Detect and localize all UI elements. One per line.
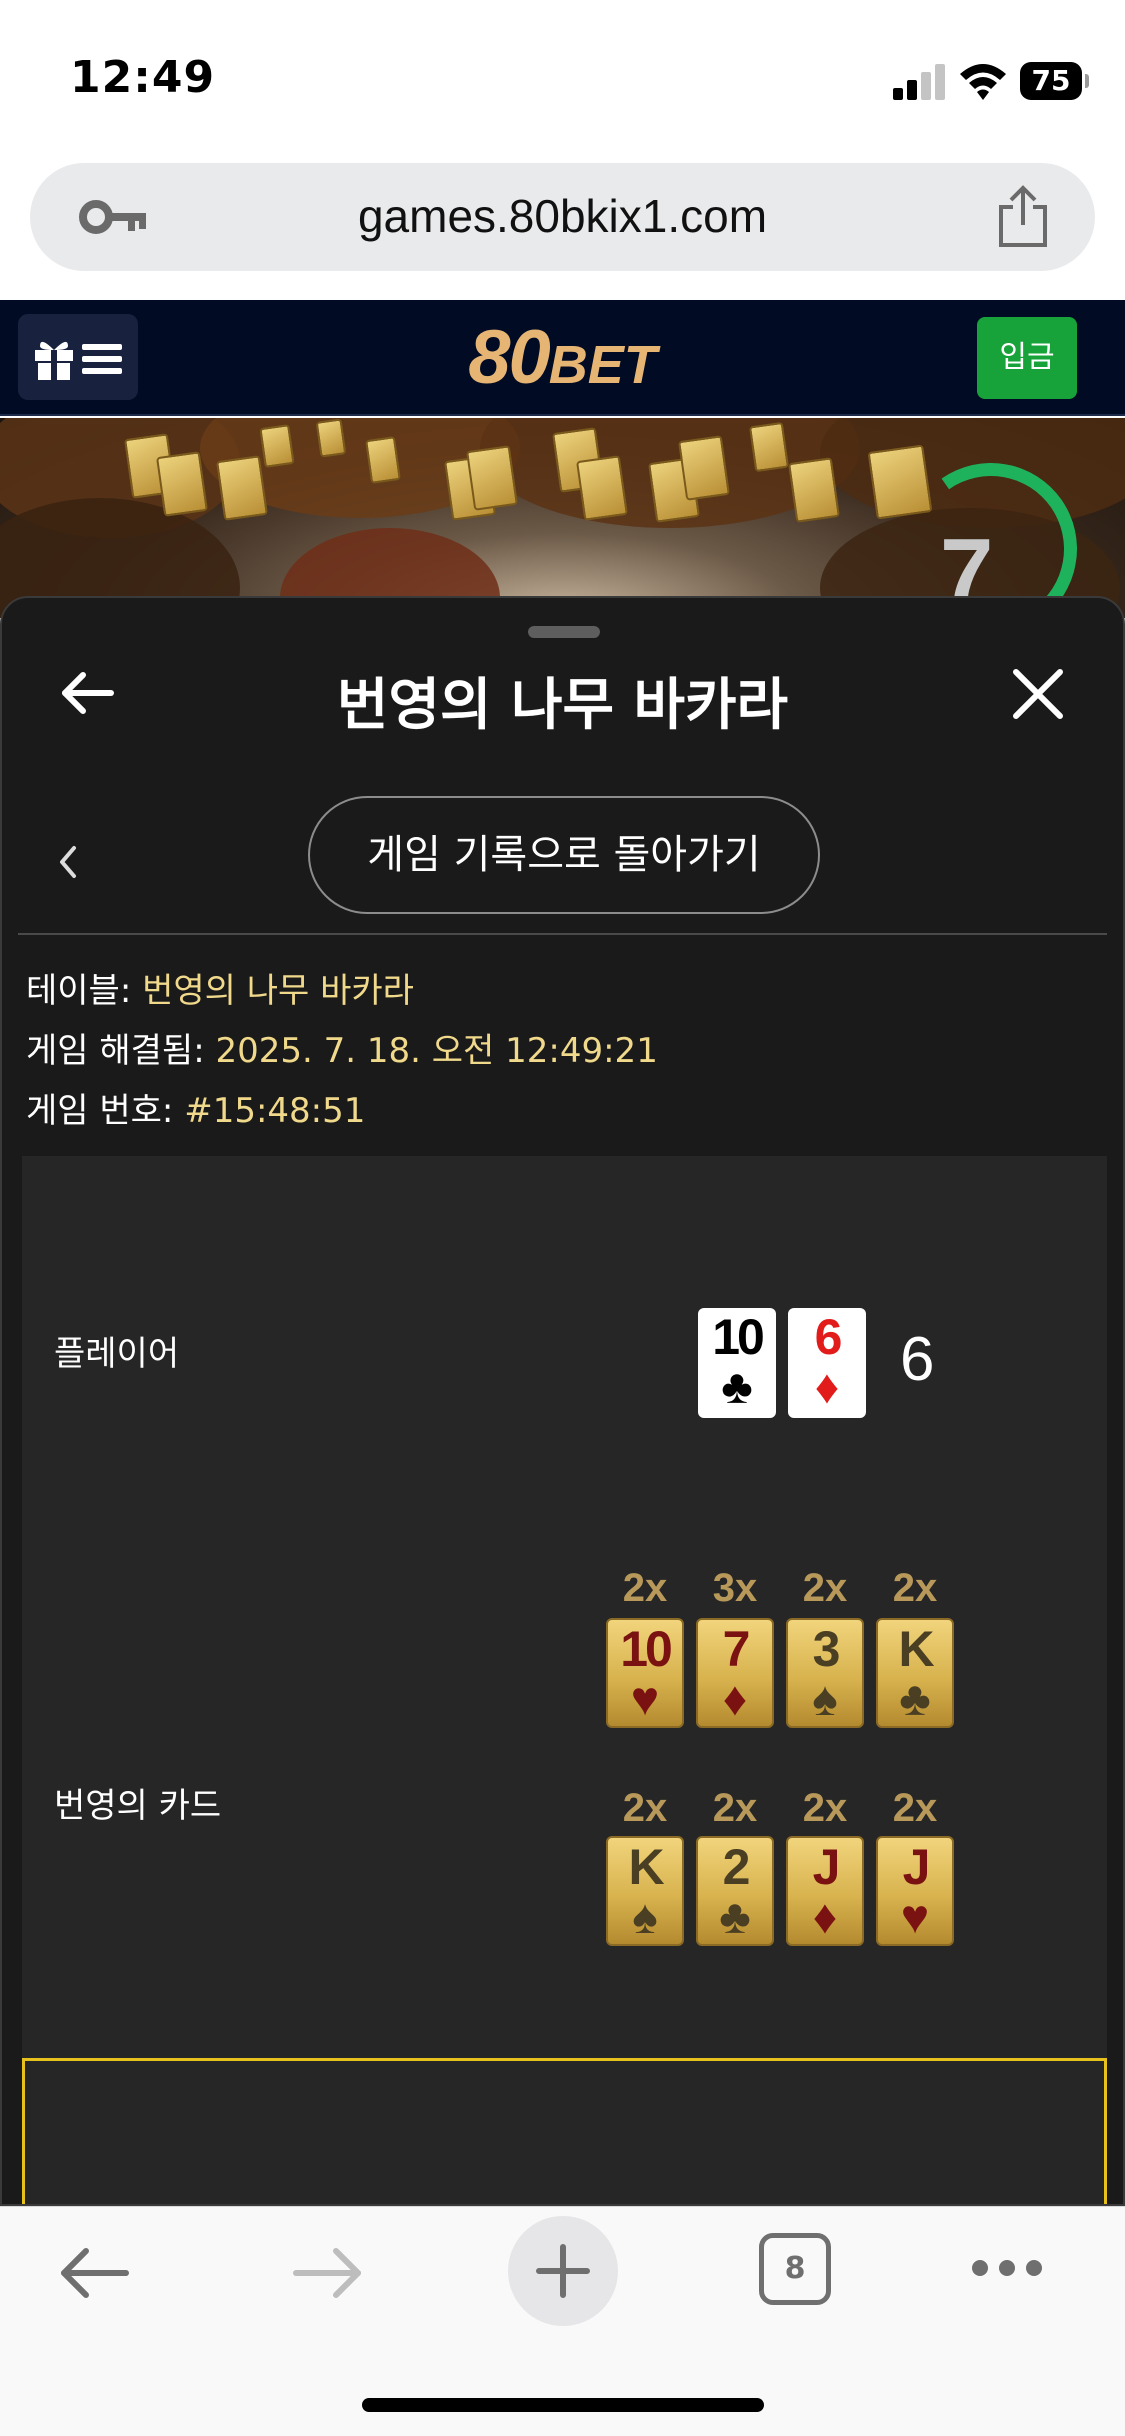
prosperity-card: 3 ♠ bbox=[786, 1618, 864, 1728]
chevron-left-icon[interactable] bbox=[52, 838, 82, 886]
multiplier: 2x bbox=[892, 1566, 938, 1610]
multiplier: 2x bbox=[622, 1566, 668, 1610]
player-card-1: 10 ♣ bbox=[698, 1308, 776, 1418]
diamonds-icon: ♦ bbox=[812, 1891, 838, 1944]
prosperity-card: 7 ♦ bbox=[696, 1618, 774, 1728]
sheet-grabber[interactable] bbox=[528, 626, 600, 638]
clubs-icon: ♣ bbox=[719, 1891, 751, 1944]
card-rank: J bbox=[902, 1839, 931, 1895]
battery-icon: 75 bbox=[1020, 62, 1089, 100]
multiplier: 2x bbox=[712, 1786, 758, 1830]
game-number-value: #15:48:51 bbox=[184, 1091, 366, 1131]
table-label: 테이블: bbox=[26, 971, 132, 1011]
card-rank: K bbox=[628, 1839, 664, 1895]
back-arrow-icon[interactable] bbox=[58, 2245, 130, 2301]
back-to-history-button[interactable]: 게임 기록으로 돌아가기 bbox=[308, 796, 820, 914]
card-rank: 6 bbox=[814, 1309, 843, 1365]
status-bar: 12:49 75 bbox=[0, 0, 1125, 150]
game-number-info: 게임 번호: #15:48:51 bbox=[26, 1083, 365, 1132]
site-logo[interactable]: 80BET bbox=[0, 314, 1125, 401]
close-icon[interactable] bbox=[1010, 666, 1066, 722]
diamonds-icon: ♦ bbox=[722, 1673, 748, 1726]
prosperity-card: J ♦ bbox=[786, 1836, 864, 1946]
card-rank: 10 bbox=[712, 1309, 765, 1365]
resolved-info: 게임 해결됨: 2025. 7. 18. 오전 12:49:21 bbox=[26, 1023, 658, 1072]
card-rank: 3 bbox=[812, 1621, 841, 1677]
player-card-2: 6 ♦ bbox=[788, 1308, 866, 1418]
card-rank: J bbox=[812, 1839, 841, 1895]
prosperity-card: 10 ♥ bbox=[606, 1618, 684, 1728]
player-label: 플레이어 bbox=[54, 1334, 180, 1374]
multiplier: 2x bbox=[802, 1566, 848, 1610]
result-panel: 플레이어 10 ♣ 6 ♦ 6 2x 3x 2x 2x 10 ♥ 7 ♦ 3 ♠… bbox=[22, 1156, 1107, 2204]
prosperity-label: 번영의 카드 bbox=[54, 1786, 222, 1826]
url-bar[interactable]: games.80bkix1.com bbox=[30, 163, 1095, 271]
hearts-icon: ♥ bbox=[630, 1673, 660, 1726]
home-indicator bbox=[362, 2398, 764, 2412]
status-time: 12:49 bbox=[70, 52, 216, 103]
table-info: 테이블: 번영의 나무 바카라 bbox=[26, 963, 414, 1012]
prosperity-card: K ♠ bbox=[606, 1836, 684, 1946]
multiplier: 2x bbox=[622, 1786, 668, 1830]
spades-icon: ♠ bbox=[632, 1891, 658, 1944]
new-tab-button[interactable] bbox=[508, 2216, 618, 2326]
logo-number: 80 bbox=[468, 315, 551, 400]
diamonds-icon: ♦ bbox=[814, 1361, 840, 1414]
deposit-button[interactable]: 입금 bbox=[977, 317, 1077, 399]
prosperity-card: K ♣ bbox=[876, 1618, 954, 1728]
hearts-icon: ♥ bbox=[900, 1891, 930, 1944]
game-history-sheet: 번영의 나무 바카라 게임 기록으로 돌아가기 테이블: 번영의 나무 바카라 … bbox=[0, 596, 1125, 2206]
table-value: 번영의 나무 바카라 bbox=[142, 971, 414, 1011]
game-background: 7 bbox=[0, 418, 1125, 618]
more-icon[interactable] bbox=[970, 2257, 1044, 2279]
clubs-icon: ♣ bbox=[721, 1361, 753, 1414]
game-number-label: 게임 번호: bbox=[26, 1091, 174, 1131]
resolved-value: 2025. 7. 18. 오전 12:49:21 bbox=[215, 1031, 658, 1071]
spades-icon: ♠ bbox=[812, 1673, 838, 1726]
forward-arrow-icon[interactable] bbox=[292, 2245, 364, 2301]
url-text[interactable]: games.80bkix1.com bbox=[30, 189, 1095, 243]
resolved-label: 게임 해결됨: bbox=[26, 1031, 205, 1071]
prosperity-card: J ♥ bbox=[876, 1836, 954, 1946]
signal-icon bbox=[893, 64, 945, 100]
share-icon[interactable] bbox=[995, 185, 1051, 249]
multiplier: 2x bbox=[802, 1786, 848, 1830]
card-rank: K bbox=[898, 1621, 934, 1677]
clubs-icon: ♣ bbox=[899, 1673, 931, 1726]
card-rank: 10 bbox=[620, 1621, 673, 1677]
site-header: 80BET 입금 bbox=[0, 300, 1125, 416]
divider bbox=[18, 933, 1107, 935]
multiplier: 2x bbox=[892, 1786, 938, 1830]
multiplier: 3x bbox=[712, 1566, 758, 1610]
plus-icon bbox=[536, 2244, 590, 2298]
player-score: 6 bbox=[900, 1325, 935, 1394]
prosperity-card: 2 ♣ bbox=[696, 1836, 774, 1946]
wifi-icon bbox=[960, 64, 1006, 100]
banker-result-frame bbox=[22, 2058, 1107, 2204]
card-rank: 7 bbox=[722, 1621, 751, 1677]
sheet-title: 번영의 나무 바카라 bbox=[336, 673, 789, 738]
tabs-icon[interactable]: 8 bbox=[759, 2233, 831, 2305]
card-rank: 2 bbox=[722, 1839, 751, 1895]
logo-word: BET bbox=[548, 335, 657, 395]
